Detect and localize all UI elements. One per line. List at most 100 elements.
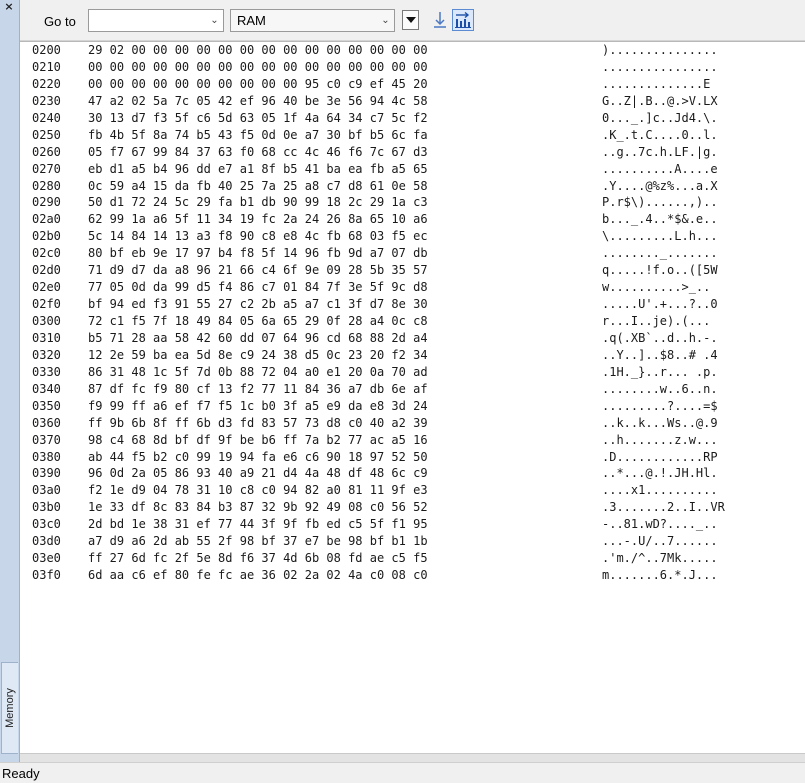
close-icon[interactable]: × xyxy=(3,1,15,13)
row-address: 0270 xyxy=(32,161,61,176)
columns-icon[interactable] xyxy=(452,9,474,31)
goto-label: Go to xyxy=(44,14,76,29)
row-hex-bytes[interactable]: ab 44 f5 b2 c0 99 19 94 fa e6 c6 90 18 9… xyxy=(88,449,428,466)
row-ascii[interactable]: .3.......2..I..VR xyxy=(602,499,725,516)
row-hex-bytes[interactable]: 98 c4 68 8d bf df 9f be b6 ff 7a b2 77 a… xyxy=(88,432,428,449)
row-hex-bytes[interactable]: 12 2e 59 ba ea 5d 8e c9 24 38 d5 0c 23 2… xyxy=(88,347,428,364)
row-address: 0320 xyxy=(32,347,61,362)
row-ascii[interactable]: ........w..6..n. xyxy=(602,381,718,398)
row-hex-bytes[interactable]: 50 d1 72 24 5c 29 fa b1 db 90 99 18 2c 2… xyxy=(88,194,428,211)
row-hex-bytes[interactable]: 5c 14 84 14 13 a3 f8 90 c8 e8 4c fb 68 0… xyxy=(88,228,428,245)
row-ascii[interactable]: ................ xyxy=(602,59,718,76)
memory-row: 0390 96 0d 2a 05 86 93 40 a9 21 d4 4a 48 … xyxy=(32,465,792,482)
row-ascii[interactable]: ..g..7c.h.LF.|g. xyxy=(602,144,718,161)
memory-row: 03f0 6d aa c6 ef 80 fe fc ae 36 02 2a 02 … xyxy=(32,567,792,584)
row-hex-bytes[interactable]: f2 1e d9 04 78 31 10 c8 c0 94 82 a0 81 1… xyxy=(88,482,428,499)
row-hex-bytes[interactable]: 2d bd 1e 38 31 ef 77 44 3f 9f fb ed c5 5… xyxy=(88,516,428,533)
dropdown-icon[interactable] xyxy=(402,10,419,30)
row-hex-bytes[interactable]: eb d1 a5 b4 96 dd e7 a1 8f b5 41 ba ea f… xyxy=(88,161,428,178)
row-ascii[interactable]: b..._.4..*$&.e.. xyxy=(602,211,718,228)
memory-row: 03b0 1e 33 df 8c 83 84 b3 87 32 9b 92 49 … xyxy=(32,499,792,516)
row-hex-bytes[interactable]: 00 00 00 00 00 00 00 00 00 00 00 00 00 0… xyxy=(88,59,428,76)
row-ascii[interactable]: r...I..je).(... xyxy=(602,313,710,330)
row-ascii[interactable]: .q(.XB`..d..h.-. xyxy=(602,330,718,347)
row-address: 0310 xyxy=(32,330,61,345)
row-hex-bytes[interactable]: bf 94 ed f3 91 55 27 c2 2b a5 a7 c1 3f d… xyxy=(88,296,428,313)
row-ascii[interactable]: ..h.......z.w... xyxy=(602,432,718,449)
row-ascii[interactable]: ....x1.......... xyxy=(602,482,718,499)
row-hex-bytes[interactable]: 1e 33 df 8c 83 84 b3 87 32 9b 92 49 08 c… xyxy=(88,499,428,516)
memory-row: 02e0 77 05 0d da 99 d5 f4 86 c7 01 84 7f … xyxy=(32,279,792,296)
row-hex-bytes[interactable]: 30 13 d7 f3 5f c6 5d 63 05 1f 4a 64 34 c… xyxy=(88,110,428,127)
row-ascii[interactable]: ..*...@.!.JH.Hl. xyxy=(602,465,718,482)
memory-rows: 0200 29 02 00 00 00 00 00 00 00 00 00 00 … xyxy=(32,42,792,584)
row-ascii[interactable]: m.......6.*.J... xyxy=(602,567,718,584)
row-address: 02c0 xyxy=(32,246,61,261)
row-hex-bytes[interactable]: f9 99 ff a6 ef f7 f5 1c b0 3f a5 e9 da e… xyxy=(88,398,428,415)
row-hex-bytes[interactable]: 71 d9 d7 da a8 96 21 66 c4 6f 9e 09 28 5… xyxy=(88,262,428,279)
chevron-down-icon[interactable]: ⌄ xyxy=(377,10,394,31)
row-address: 02a0 xyxy=(32,212,61,227)
row-address: 0220 xyxy=(32,76,61,91)
row-hex-bytes[interactable]: a7 d9 a6 2d ab 55 2f 98 bf 37 e7 be 98 b… xyxy=(88,533,428,550)
panel-bottom-border xyxy=(20,753,805,762)
row-hex-bytes[interactable]: 87 df fc f9 80 cf 13 f2 77 11 84 36 a7 d… xyxy=(88,381,428,398)
row-address: 0360 xyxy=(32,415,61,430)
memory-row: 0280 0c 59 a4 15 da fb 40 25 7a 25 a8 c7 … xyxy=(32,178,792,195)
row-ascii[interactable]: ........_....... xyxy=(602,245,718,262)
memory-dump-view[interactable]: 0200 29 02 00 00 00 00 00 00 00 00 00 00 … xyxy=(20,41,805,754)
row-ascii[interactable]: ..Y..]..$8..# .4 xyxy=(602,347,718,364)
row-ascii[interactable]: )............... xyxy=(602,42,718,59)
row-ascii[interactable]: .D............RP xyxy=(602,449,718,466)
memory-row: 0260 05 f7 67 99 84 37 63 f0 68 cc 4c 46 … xyxy=(32,144,792,161)
memory-row: 02d0 71 d9 d7 da a8 96 21 66 c4 6f 9e 09 … xyxy=(32,262,792,279)
memory-row: 03e0 ff 27 6d fc 2f 5e 8d f6 37 4d 6b 08 … xyxy=(32,550,792,567)
row-address: 02f0 xyxy=(32,297,61,312)
row-ascii[interactable]: .1H._}..r... .p. xyxy=(602,364,718,381)
step-icon[interactable] xyxy=(429,9,451,31)
row-ascii[interactable]: w..........>_.. xyxy=(602,279,710,296)
row-ascii[interactable]: .'m./^..7Mk..... xyxy=(602,550,718,567)
row-hex-bytes[interactable]: 72 c1 f5 7f 18 49 84 05 6a 65 29 0f 28 a… xyxy=(88,313,428,330)
row-hex-bytes[interactable]: fb 4b 5f 8a 74 b5 43 f5 0d 0e a7 30 bf b… xyxy=(88,127,428,144)
row-ascii[interactable]: .........?....=$ xyxy=(602,398,718,415)
row-hex-bytes[interactable]: 05 f7 67 99 84 37 63 f0 68 cc 4c 46 f6 7… xyxy=(88,144,428,161)
row-ascii[interactable]: P.r$\)......,).. xyxy=(602,194,718,211)
row-hex-bytes[interactable]: 80 bf eb 9e 17 97 b4 f8 5f 14 96 fb 9d a… xyxy=(88,245,428,262)
row-ascii[interactable]: ..........A....e xyxy=(602,161,718,178)
row-hex-bytes[interactable]: 6d aa c6 ef 80 fe fc ae 36 02 2a 02 4a c… xyxy=(88,567,428,584)
row-ascii[interactable]: ..............E xyxy=(602,76,718,93)
memory-space-combo[interactable]: RAM ⌄ xyxy=(230,9,395,32)
row-hex-bytes[interactable]: ff 9b 6b 8f ff 6b d3 fd 83 57 73 d8 c0 4… xyxy=(88,415,428,432)
row-ascii[interactable]: .Y....@%z%...a.X xyxy=(602,178,718,195)
row-ascii[interactable]: ..k..k...Ws..@.9 xyxy=(602,415,718,432)
row-ascii[interactable]: ...-.U/..7...... xyxy=(602,533,718,550)
row-hex-bytes[interactable]: b5 71 28 aa 58 42 60 dd 07 64 96 cd 68 8… xyxy=(88,330,428,347)
row-ascii[interactable]: .K_.t.C....0..l. xyxy=(602,127,718,144)
memory-row: 0340 87 df fc f9 80 cf 13 f2 77 11 84 36 … xyxy=(32,381,792,398)
memory-row: 0330 86 31 48 1c 5f 7d 0b 88 72 04 a0 e1 … xyxy=(32,364,792,381)
row-ascii[interactable]: 0..._.]c..Jd4.\. xyxy=(602,110,718,127)
row-hex-bytes[interactable]: ff 27 6d fc 2f 5e 8d f6 37 4d 6b 08 fd a… xyxy=(88,550,428,567)
row-hex-bytes[interactable]: 62 99 1a a6 5f 11 34 19 fc 2a 24 26 8a 6… xyxy=(88,211,428,228)
memory-dock-tab[interactable]: Memory xyxy=(1,662,18,754)
memory-row: 02c0 80 bf eb 9e 17 97 b4 f8 5f 14 96 fb … xyxy=(32,245,792,262)
row-ascii[interactable]: q.....!f.o..([5W xyxy=(602,262,718,279)
row-hex-bytes[interactable]: 86 31 48 1c 5f 7d 0b 88 72 04 a0 e1 20 0… xyxy=(88,364,428,381)
row-hex-bytes[interactable]: 00 00 00 00 00 00 00 00 00 00 95 c0 c9 e… xyxy=(88,76,428,93)
chevron-down-icon[interactable]: ⌄ xyxy=(206,10,223,31)
row-hex-bytes[interactable]: 47 a2 02 5a 7c 05 42 ef 96 40 be 3e 56 9… xyxy=(88,93,428,110)
row-ascii[interactable]: G..Z|.B..@.>V.LX xyxy=(602,93,718,110)
row-ascii[interactable]: \.........L.h... xyxy=(602,228,718,245)
row-hex-bytes[interactable]: 0c 59 a4 15 da fb 40 25 7a 25 a8 c7 d8 6… xyxy=(88,178,428,195)
row-ascii[interactable]: -..81.wD?...._.. xyxy=(602,516,718,533)
row-ascii[interactable]: .....U'.+...?..0 xyxy=(602,296,718,313)
row-address: 02d0 xyxy=(32,263,61,278)
row-hex-bytes[interactable]: 29 02 00 00 00 00 00 00 00 00 00 00 00 0… xyxy=(88,42,428,59)
goto-address-combo[interactable]: ⌄ xyxy=(88,9,224,32)
memory-space-value: RAM xyxy=(237,13,266,28)
row-address: 0390 xyxy=(32,466,61,481)
row-hex-bytes[interactable]: 96 0d 2a 05 86 93 40 a9 21 d4 4a 48 df 4… xyxy=(88,465,428,482)
row-hex-bytes[interactable]: 77 05 0d da 99 d5 f4 86 c7 01 84 7f 3e 5… xyxy=(88,279,428,296)
row-address: 03b0 xyxy=(32,500,61,515)
